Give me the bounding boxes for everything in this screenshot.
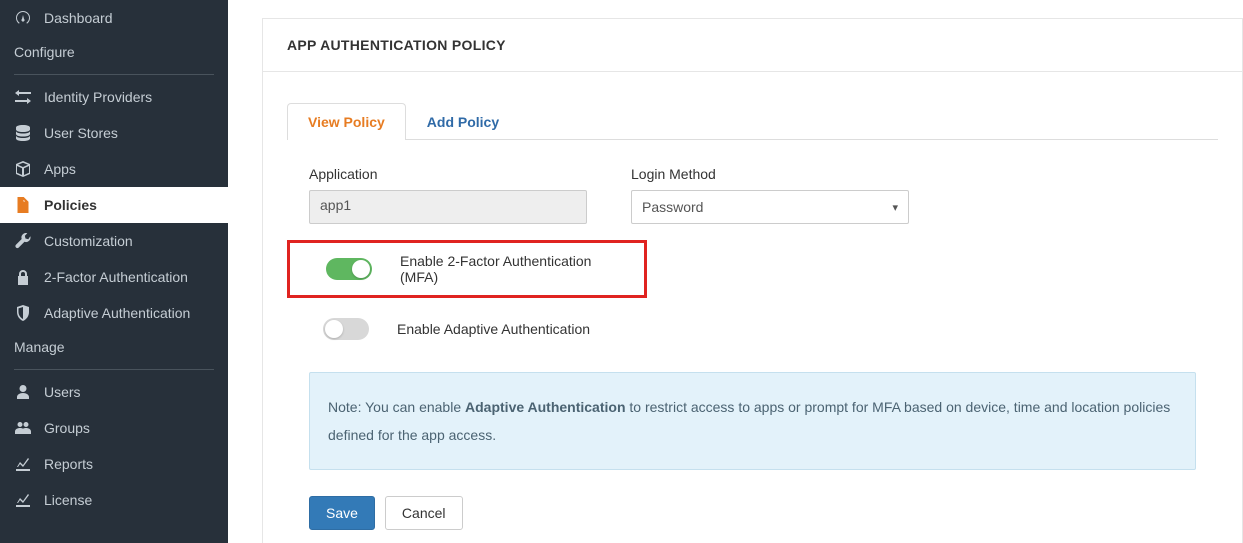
sidebar-item-apps[interactable]: Apps xyxy=(0,151,228,187)
dashboard-icon xyxy=(14,10,32,26)
sidebar-item-policies[interactable]: Policies xyxy=(0,187,228,223)
arrows-icon xyxy=(14,89,32,105)
sidebar-item-reports[interactable]: Reports xyxy=(0,446,228,482)
login-method-label: Login Method xyxy=(631,166,909,182)
user-icon xyxy=(14,384,32,400)
panel-title: APP AUTHENTICATION POLICY xyxy=(287,37,1218,53)
sidebar-item-2fa[interactable]: 2-Factor Authentication xyxy=(0,259,228,295)
tab-add-policy[interactable]: Add Policy xyxy=(406,103,520,140)
sidebar: Dashboard Configure Identity Providers U… xyxy=(0,0,228,543)
application-label: Application xyxy=(309,166,587,182)
tab-view-policy[interactable]: View Policy xyxy=(287,103,406,140)
sidebar-item-groups[interactable]: Groups xyxy=(0,410,228,446)
file-icon xyxy=(14,197,32,213)
mfa-toggle-row: Enable 2-Factor Authentication (MFA) xyxy=(287,240,647,298)
sidebar-item-customization[interactable]: Customization xyxy=(0,223,228,259)
sidebar-section-manage-label: Manage xyxy=(0,331,228,363)
save-button[interactable]: Save xyxy=(309,496,375,530)
sidebar-item-user-stores[interactable]: User Stores xyxy=(0,115,228,151)
sidebar-item-label: User Stores xyxy=(44,125,118,141)
cancel-button[interactable]: Cancel xyxy=(385,496,463,530)
users-icon xyxy=(14,420,32,436)
mfa-toggle-label: Enable 2-Factor Authentication (MFA) xyxy=(400,253,622,285)
sidebar-item-license[interactable]: License xyxy=(0,482,228,518)
lock-icon xyxy=(14,269,32,285)
panel-header: APP AUTHENTICATION POLICY xyxy=(262,18,1243,72)
sidebar-item-label: Groups xyxy=(44,420,90,436)
application-input: app1 xyxy=(309,190,587,224)
chart-icon xyxy=(14,492,32,508)
adaptive-toggle[interactable] xyxy=(323,318,369,340)
sidebar-item-adaptive-auth[interactable]: Adaptive Authentication xyxy=(0,295,228,331)
sidebar-divider xyxy=(14,369,214,370)
info-note: Note: You can enable Adaptive Authentica… xyxy=(309,372,1196,470)
sidebar-divider xyxy=(14,74,214,75)
sidebar-item-identity-providers[interactable]: Identity Providers xyxy=(0,79,228,115)
adaptive-toggle-label: Enable Adaptive Authentication xyxy=(397,321,590,337)
shield-icon xyxy=(14,305,32,321)
sidebar-item-label: Identity Providers xyxy=(44,89,152,105)
adaptive-toggle-row: Enable Adaptive Authentication xyxy=(287,310,1218,348)
tabs: View Policy Add Policy xyxy=(287,102,1218,140)
sidebar-item-label: Users xyxy=(44,384,81,400)
sidebar-item-dashboard[interactable]: Dashboard xyxy=(0,0,228,36)
sidebar-item-label: 2-Factor Authentication xyxy=(44,269,188,285)
login-method-value: Password xyxy=(642,199,703,215)
stack-icon xyxy=(14,125,32,141)
login-method-select[interactable]: Password xyxy=(631,190,909,224)
wrench-icon xyxy=(14,233,32,249)
chart-icon xyxy=(14,456,32,472)
sidebar-section-configure-label: Configure xyxy=(0,36,228,68)
sidebar-item-users[interactable]: Users xyxy=(0,374,228,410)
sidebar-item-label: Policies xyxy=(44,197,97,213)
sidebar-item-label: Dashboard xyxy=(44,10,113,26)
sidebar-item-label: Apps xyxy=(44,161,76,177)
mfa-toggle[interactable] xyxy=(326,258,372,280)
sidebar-item-label: Adaptive Authentication xyxy=(44,305,190,321)
sidebar-item-label: Reports xyxy=(44,456,93,472)
main-content: APP AUTHENTICATION POLICY View Policy Ad… xyxy=(228,0,1243,543)
note-bold: Adaptive Authentication xyxy=(465,399,626,415)
sidebar-item-label: License xyxy=(44,492,92,508)
box-icon xyxy=(14,161,32,177)
note-text-prefix: Note: You can enable xyxy=(328,399,465,415)
sidebar-item-label: Customization xyxy=(44,233,133,249)
